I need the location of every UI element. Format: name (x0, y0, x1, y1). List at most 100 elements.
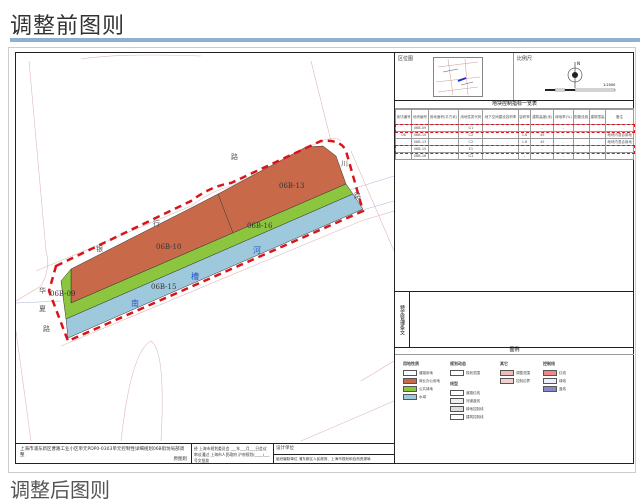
table-cell: 06B-10 (411, 131, 429, 139)
page-title: 调整前图则 (10, 14, 126, 39)
legend-item: 控制边界 (500, 378, 530, 384)
table-header: 用地面积(平方米) (427, 109, 460, 125)
table-row: 06 06B-10 C2 1.6 45- 地块内混合用地 (394, 131, 634, 139)
table-cell: - (553, 138, 574, 146)
table-cell (394, 138, 413, 146)
table-cell (572, 145, 590, 153)
table-cell: 06B-09 (411, 124, 429, 132)
table-cell: 06B-13 (411, 138, 429, 146)
location-map-label: 区位图 (398, 56, 414, 62)
legend-item: 建筑控制线 (450, 414, 484, 420)
legend-swatch-icon (450, 370, 464, 376)
legend-item: 公共绿地 (403, 386, 440, 392)
legend-item: 绿地控制线 (450, 406, 484, 412)
table-cell: - (553, 131, 574, 139)
table-cell (394, 145, 413, 153)
legend-swatch-icon (450, 390, 464, 396)
road-name: 行 (153, 219, 160, 228)
table-cell (427, 152, 460, 160)
legend-title: 图例 (395, 346, 634, 355)
legend-item: 规划范围 (450, 370, 480, 376)
river-name: 河 (253, 245, 261, 255)
road-name: 路 (43, 324, 50, 333)
location-section: 区位图 比例尺 N 1:2000 (395, 53, 634, 101)
table-cell (482, 131, 519, 139)
legend-label: 河道蓝线 (466, 399, 480, 403)
table-cell (588, 152, 607, 160)
table-cell: G1 (458, 124, 484, 132)
legend-item: 道路红线 (450, 390, 484, 396)
road-name: 路 (354, 191, 361, 200)
sheet-name: 原图则 (173, 457, 188, 462)
parcel-label: 06B-13 (279, 182, 304, 190)
plan-map: 06B-09 06B-10 06B-13 06B-15 06B-16 银 行 路… (16, 53, 394, 443)
legend-item: 绿线 (543, 378, 566, 384)
org-name: 浦东新区人民政府、上海市规划和自然资源局 (298, 457, 371, 461)
legend-label: 蓝线 (559, 387, 566, 391)
legend-label: 道路红线 (466, 391, 480, 395)
table-cell: C2 (458, 131, 484, 139)
road-name: 路 (231, 152, 238, 161)
legend-label: 红线 (559, 371, 566, 375)
compass-scale: N 1:2000 (545, 61, 615, 92)
legend-swatch-icon (450, 398, 464, 404)
legend-item: 道路用地 (403, 370, 440, 376)
table-cell (588, 131, 607, 139)
table-cell: 1.6 (517, 131, 532, 139)
table-cell: 地块内混合用地 (605, 138, 634, 146)
table-cell (427, 145, 460, 153)
legend-label: 公共绿地 (419, 387, 433, 391)
table-cell: 45 (530, 131, 555, 139)
legend-item: 商业办公用地 (403, 378, 440, 384)
legend-label: 规划范围 (466, 371, 480, 375)
legend-group-title: 线型 (450, 381, 458, 386)
title-block: 上海市浦东新区曹路工业小区单元PDP0-0303单元控制性详细规划06B街坊局部… (16, 443, 394, 464)
table-cell (588, 124, 607, 132)
legend-label: 水域 (419, 395, 426, 399)
legend-group-lines: 线型道路红线河道蓝线绿地控制线建筑控制线 (450, 381, 484, 422)
river-name: 槽 (191, 271, 199, 281)
table-header: 街坊编号 (394, 109, 413, 125)
table-cell (605, 124, 634, 132)
legend-swatch-icon (403, 386, 417, 392)
parcel-label: 06B-09 (50, 290, 75, 298)
legend-label: 控制边界 (516, 379, 530, 383)
north-icon: N (577, 61, 580, 66)
table-cell: 45 (530, 138, 555, 146)
legend-group-title: 其它 (500, 361, 508, 366)
scale-value: 1:2000 (603, 83, 615, 87)
road-name: 川 (341, 160, 348, 168)
legend-item: 河道蓝线 (450, 398, 484, 404)
table-cell (588, 138, 607, 146)
right-panel: 区位图 比例尺 N 1:2000 地块控制指标一览表 街坊编号 地块编号 用地面积(… (394, 53, 635, 463)
table-header: 地下空间建设容积率 (482, 109, 519, 125)
table-cell (482, 152, 519, 160)
project-name: 上海市浦东新区曹路工业小区单元PDP0-0303单元控制性详细规划06B街坊局部… (20, 447, 185, 458)
table-cell: - (530, 145, 555, 153)
table-title: 地块控制指标一览表 (395, 100, 634, 109)
legend-group-title: 规划动态 (450, 361, 466, 366)
table-cell: 06B-15 (411, 145, 429, 153)
legend-swatch-icon (450, 414, 464, 420)
legend-swatch-icon (500, 378, 514, 384)
legend-swatch-icon (403, 370, 417, 376)
table-header: 备注 (605, 109, 634, 125)
scale-label: 比例尺 (517, 56, 533, 62)
table-header: 地块编号 (411, 109, 429, 125)
table-cell: - (530, 152, 555, 160)
table-header: 绿地率(%) (553, 109, 574, 125)
legend-group-title: 控制线 (543, 361, 555, 366)
legend-swatch-icon (543, 378, 557, 384)
table-cell (572, 131, 590, 139)
table-header: 容积率 (517, 109, 532, 125)
table-cell: - (553, 152, 574, 160)
table-cell: E1 (458, 145, 484, 153)
table-cell (588, 145, 607, 153)
legend-label: 建筑控制线 (466, 415, 484, 419)
legend-label: 调整范围 (516, 371, 530, 375)
legend-item: 水域 (403, 394, 440, 400)
legend-label: 道路用地 (419, 371, 433, 375)
table-cell: C2 (458, 138, 484, 146)
org-label: 组织编制单位 (276, 457, 298, 461)
table-cell: 1.6 (517, 138, 532, 146)
